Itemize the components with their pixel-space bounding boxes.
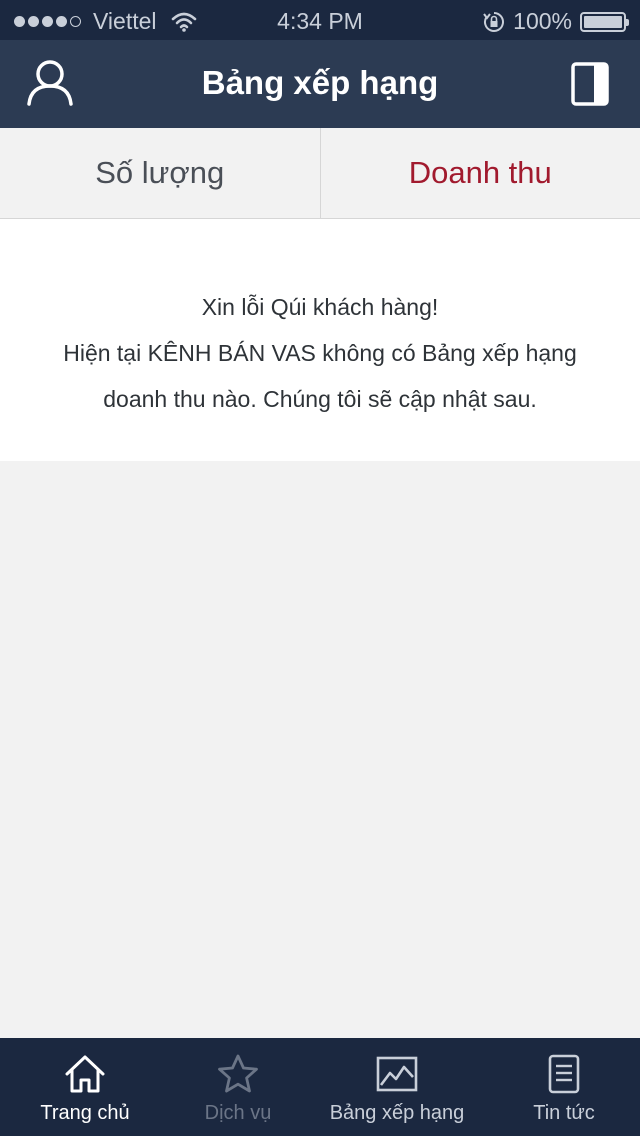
tab-services-label: Dịch vụ bbox=[204, 1102, 272, 1124]
tab-home-label: Trang chủ bbox=[40, 1102, 130, 1124]
chart-icon bbox=[376, 1056, 418, 1092]
news-icon bbox=[548, 1054, 580, 1094]
battery-percent: 100% bbox=[513, 8, 572, 34]
tab-quantity[interactable]: Số lượng bbox=[0, 128, 320, 218]
book-button[interactable] bbox=[570, 60, 610, 110]
bottom-tab-bar: Trang chủ Dịch vụ Bảng xếp hạng Tin tức bbox=[0, 1038, 640, 1136]
tab-news[interactable]: Tin tức bbox=[488, 1038, 640, 1136]
message-line-2: Hiện tại KÊNH BÁN VAS không có Bảng xếp … bbox=[63, 340, 577, 366]
tab-leaderboard-label: Bảng xếp hạng bbox=[329, 1102, 465, 1124]
empty-message: Xin lỗi Qúi khách hàng! Hiện tại KÊNH BÁ… bbox=[0, 219, 640, 461]
star-icon bbox=[218, 1054, 258, 1093]
tab-news-label: Tin tức bbox=[533, 1102, 595, 1124]
tab-leaderboard[interactable]: Bảng xếp hạng bbox=[306, 1038, 488, 1136]
home-icon bbox=[65, 1055, 105, 1093]
page-title: Bảng xếp hạng bbox=[201, 64, 439, 101]
status-bar: Viettel 4:34 PM 100% bbox=[0, 0, 640, 40]
book-icon bbox=[571, 62, 609, 106]
rotation-lock-icon bbox=[483, 11, 505, 32]
status-right: 100% bbox=[483, 8, 629, 35]
battery-icon bbox=[580, 11, 629, 32]
segment-tabs: Số lượng Doanh thu bbox=[0, 128, 640, 219]
tab-services[interactable]: Dịch vụ bbox=[170, 1038, 306, 1136]
navigation-bar: Bảng xếp hạng bbox=[0, 40, 640, 128]
tab-revenue[interactable]: Doanh thu bbox=[319, 128, 640, 218]
tab-home[interactable]: Trang chủ bbox=[0, 1038, 170, 1136]
message-line-3: doanh thu nào. Chúng tôi sẽ cập nhật sau… bbox=[103, 386, 537, 412]
message-line-1: Xin lỗi Qúi khách hàng! bbox=[201, 294, 439, 320]
